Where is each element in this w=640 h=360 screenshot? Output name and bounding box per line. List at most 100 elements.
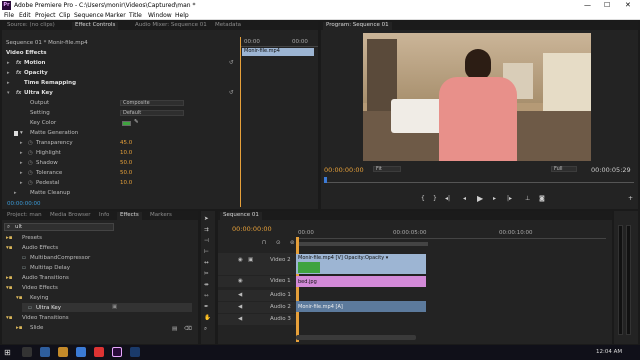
reset-icon[interactable]: ↺ xyxy=(229,60,234,66)
expand-arrow-icon[interactable]: ▸ xyxy=(7,80,10,86)
slide-tool-icon[interactable]: ⇿ xyxy=(204,293,209,299)
stopwatch-icon[interactable]: ◷ xyxy=(28,170,33,176)
effect-time-remapping[interactable]: Time Remapping xyxy=(24,80,76,86)
link-icon[interactable]: ⊚ xyxy=(290,240,295,246)
menu-window[interactable]: Window xyxy=(148,12,172,19)
param-tolerance-value[interactable]: 50.0 xyxy=(120,170,132,176)
menu-file[interactable]: File xyxy=(4,12,14,19)
speaker-icon[interactable]: ◀ xyxy=(238,304,242,310)
timeline-timecode[interactable]: 00:00:00:00 xyxy=(232,225,272,233)
track-select-tool-icon[interactable]: ⇉ xyxy=(204,227,209,233)
menu-project[interactable]: Project xyxy=(35,12,56,19)
tree-item-multitap[interactable]: Multitap Delay xyxy=(30,265,70,271)
playhead-line[interactable] xyxy=(240,37,241,207)
step-back-button[interactable]: ◂| xyxy=(445,195,450,202)
eyedropper-icon[interactable]: ✎ xyxy=(134,119,139,125)
tab-media-browser[interactable]: Media Browser xyxy=(47,212,94,220)
chrome-icon[interactable] xyxy=(94,347,104,357)
output-dropdown[interactable]: Composite xyxy=(120,100,184,106)
effects-search-input[interactable]: ⌕ ult xyxy=(4,223,114,231)
pen-tool-icon[interactable]: ✒ xyxy=(204,304,209,310)
tree-item-audio-transitions[interactable]: Audio Transitions xyxy=(22,275,69,281)
windows-start-icon[interactable]: ⊞ xyxy=(4,348,11,357)
tab-audio-mixer[interactable]: Audio Mixer: Sequence 01 xyxy=(132,22,210,30)
tab-metadata[interactable]: Metadata xyxy=(212,22,244,30)
effect-opacity[interactable]: Opacity xyxy=(24,70,48,76)
search-taskbar-icon[interactable] xyxy=(22,347,32,357)
lift-button[interactable]: ⊥ xyxy=(525,195,530,202)
effect-controls-timecode[interactable]: 00:00:00:00 xyxy=(7,201,41,207)
video2-clip[interactable]: Monir-file.mp4 [V] Opacity:Opacity ▾ xyxy=(296,254,426,274)
taskbar-clock[interactable]: 12:04 AM xyxy=(596,349,622,355)
effect-ultra-key[interactable]: Ultra Key xyxy=(24,90,53,96)
frame-forward-button[interactable]: ▸ xyxy=(493,195,496,202)
stopwatch-icon[interactable]: ◷ xyxy=(28,180,33,186)
mini-ruler[interactable]: 00:00 00:00 xyxy=(240,37,318,47)
tab-info[interactable]: Info xyxy=(96,212,112,220)
new-bin-icon[interactable]: ▤ xyxy=(172,326,177,332)
menu-title[interactable]: Title xyxy=(129,12,142,19)
expand-arrow-icon[interactable]: ▸ xyxy=(7,70,10,76)
effect-motion[interactable]: Motion xyxy=(24,60,45,66)
tab-effect-controls[interactable]: Effect Controls xyxy=(72,22,119,30)
expand-arrow-icon[interactable]: ▸ xyxy=(7,60,10,66)
speaker-icon[interactable]: ◀ xyxy=(238,316,242,322)
speaker-icon[interactable]: ◀ xyxy=(238,292,242,298)
setting-dropdown[interactable]: Default xyxy=(120,110,184,116)
ripple-edit-tool-icon[interactable]: ⊣ xyxy=(204,238,209,244)
param-pedestal-value[interactable]: 10.0 xyxy=(120,180,132,186)
program-playhead[interactable] xyxy=(324,177,327,183)
rolling-edit-tool-icon[interactable]: ⊢ xyxy=(204,249,209,255)
slip-tool-icon[interactable]: ⇹ xyxy=(204,282,209,288)
tree-item-video-transitions[interactable]: Video Transitions xyxy=(22,315,69,321)
frame-back-button[interactable]: ◂ xyxy=(463,195,466,202)
timeline-playhead[interactable] xyxy=(296,237,299,342)
expand-arrow-icon[interactable]: ▸ xyxy=(20,140,23,146)
premiere-taskbar-icon[interactable] xyxy=(112,347,122,357)
expand-arrow-icon[interactable]: ▸ xyxy=(20,160,23,166)
expand-arrow-icon[interactable]: ▸ xyxy=(20,180,23,186)
selection-tool-icon[interactable]: ➤ xyxy=(204,216,209,222)
tab-markers[interactable]: Markers xyxy=(147,212,175,220)
tree-item-video-effects[interactable]: Video Effects xyxy=(22,285,58,291)
breadcrumb[interactable]: Sequence 01 * Monir-file.mp4 xyxy=(6,40,88,46)
tree-item-presets[interactable]: Presets xyxy=(22,235,42,241)
reset-icon[interactable]: ↺ xyxy=(229,90,234,96)
work-area-bar[interactable] xyxy=(296,242,428,246)
delete-icon[interactable]: ⌫ xyxy=(184,326,192,332)
expand-arrow-icon[interactable]: ▸ xyxy=(14,190,17,196)
expand-arrow-icon[interactable]: ▸ xyxy=(20,150,23,156)
step-forward-button[interactable]: |▸ xyxy=(507,195,512,202)
photoshop-icon[interactable] xyxy=(130,347,140,357)
marker-icon[interactable]: ⊙ xyxy=(276,240,281,246)
stopwatch-icon[interactable]: ◷ xyxy=(28,150,33,156)
program-timecode[interactable]: 00:00:00:00 xyxy=(324,166,364,174)
program-scrub-bar[interactable] xyxy=(324,177,634,183)
mark-out-button[interactable]: } xyxy=(433,195,437,202)
eye-icon[interactable]: ◉ xyxy=(238,278,243,284)
eye-icon[interactable]: ◉ xyxy=(238,257,243,263)
quality-dropdown[interactable]: Full xyxy=(551,166,577,172)
task-view-icon[interactable] xyxy=(40,347,50,357)
edge-icon[interactable] xyxy=(76,347,86,357)
add-button[interactable]: + xyxy=(628,195,633,202)
menu-edit[interactable]: Edit xyxy=(19,12,31,19)
tab-effects[interactable]: Effects xyxy=(117,212,142,220)
tab-project[interactable]: Project: man xyxy=(4,212,45,220)
param-shadow-value[interactable]: 50.0 xyxy=(120,160,132,166)
fx-badge-icon[interactable]: fx xyxy=(16,90,21,96)
matte-generation-header[interactable]: Matte Generation xyxy=(30,130,78,136)
hand-tool-icon[interactable]: ✋ xyxy=(204,315,211,321)
menu-sequence[interactable]: Sequence xyxy=(74,12,104,19)
tree-item-multiband[interactable]: MultibandCompressor xyxy=(30,255,90,261)
mark-in-button[interactable]: { xyxy=(421,195,425,202)
close-button[interactable]: ✕ xyxy=(625,1,631,9)
tree-item-slide[interactable]: Slide xyxy=(30,325,43,331)
minimize-button[interactable]: — xyxy=(584,1,591,9)
zoom-tool-icon[interactable]: ⌕ xyxy=(204,326,207,333)
param-highlight-value[interactable]: 10.0 xyxy=(120,150,132,156)
tab-sequence[interactable]: Sequence 01 xyxy=(220,212,262,220)
audio1-clip[interactable]: Monir-file.mp4 [A] xyxy=(296,301,426,312)
tab-program[interactable]: Program: Sequence 01 xyxy=(323,22,392,30)
menu-clip[interactable]: Clip xyxy=(59,12,70,19)
